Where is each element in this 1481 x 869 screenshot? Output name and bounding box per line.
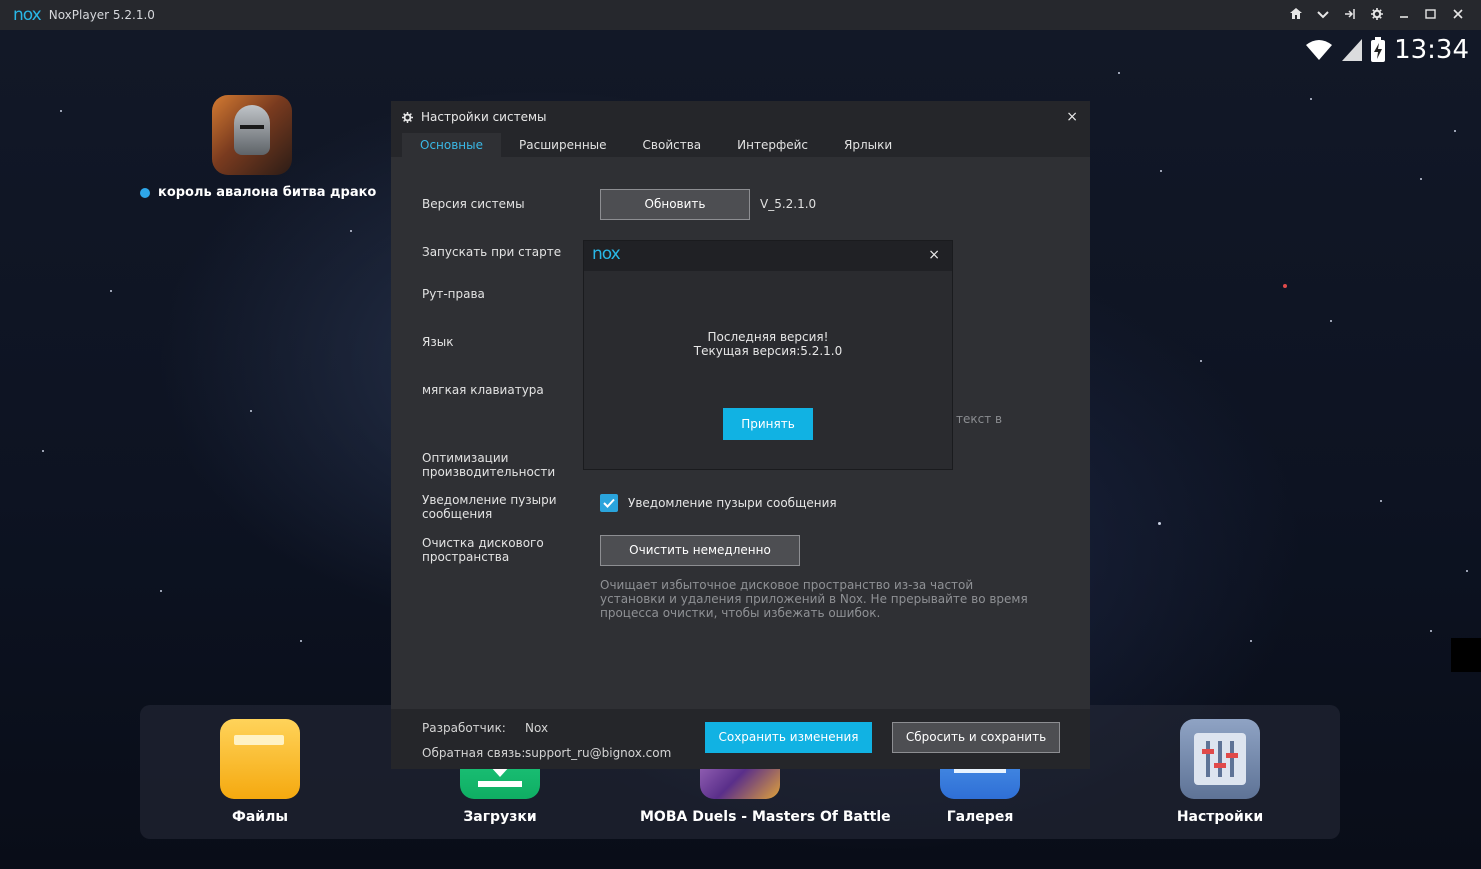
bubble-notify-option[interactable]: Уведомление пузыри сообщения <box>600 494 837 512</box>
star <box>1283 284 1287 288</box>
feedback-line: Обратная связь: support_ru@bignox.com <box>422 746 671 760</box>
label-root-rights: Рут-права <box>422 287 485 301</box>
tab-interface[interactable]: Интерфейс <box>719 133 826 157</box>
game-app-name: король авалона битва драконов <box>158 185 376 200</box>
nox-logo: nox <box>13 5 42 25</box>
popup-close-button[interactable]: × <box>928 247 940 263</box>
tab-shortcuts[interactable]: Ярлыки <box>826 133 910 157</box>
maximize-icon[interactable] <box>1417 8 1444 22</box>
nox-logo: nox <box>592 244 621 264</box>
version-value: V_5.2.1.0 <box>760 197 817 211</box>
bubble-notify-checkbox-label: Уведомление пузыри сообщения <box>628 496 837 510</box>
home-icon[interactable] <box>1282 8 1309 22</box>
wifi-icon <box>1306 40 1333 60</box>
star <box>1330 320 1332 322</box>
star <box>60 110 62 112</box>
settings-header: Настройки системы × Основные Расширенные… <box>391 101 1090 157</box>
clean-now-button[interactable]: Очистить немедленно <box>600 535 800 566</box>
signal-icon <box>1342 39 1363 61</box>
star <box>1380 500 1382 502</box>
folder-icon <box>220 719 300 799</box>
cleanup-hint: Очищает избыточное дисковое пространство… <box>600 578 1028 620</box>
accept-button[interactable]: Принять <box>723 408 813 440</box>
pin-icon[interactable] <box>1336 8 1363 23</box>
label-autostart: Запускать при старте <box>422 245 562 259</box>
settings-footer: Разработчик: Nox Обратная связь: support… <box>391 709 1090 769</box>
settings-title-bar: Настройки системы <box>402 110 546 124</box>
game-app-label[interactable]: король авалона битва драконов <box>140 185 376 200</box>
star <box>1200 360 1202 362</box>
label-system-version: Версия системы <box>422 197 525 211</box>
bubble-notify-checkbox[interactable] <box>600 494 618 512</box>
settings-title: Настройки системы <box>421 110 547 124</box>
label-bubble-notify: Уведомление пузыри сообщения <box>422 493 557 521</box>
star <box>1310 98 1312 100</box>
star <box>110 290 112 292</box>
label-optimization: Оптимизации производительности <box>422 451 556 479</box>
star <box>1454 130 1456 132</box>
checkmark-icon <box>603 498 615 508</box>
status-clock: 13:34 <box>1394 35 1469 65</box>
game-app-icon[interactable] <box>212 95 292 175</box>
developer-label: Разработчик: <box>422 721 506 735</box>
tab-general[interactable]: Основные <box>402 133 502 157</box>
popup-message-line2: Текущая версия:5.2.1.0 <box>693 344 843 358</box>
side-toolbar-handle[interactable] <box>1451 638 1481 672</box>
star <box>160 590 162 592</box>
dock-app-files[interactable]: Файлы <box>160 719 360 825</box>
save-changes-button[interactable]: Сохранить изменения <box>705 722 872 753</box>
knight-helmet-icon <box>234 105 270 155</box>
star <box>1420 178 1422 180</box>
feedback-email[interactable]: support_ru@bignox.com <box>525 746 671 760</box>
settings-close-button[interactable]: × <box>1066 109 1078 125</box>
dock-app-label: MOBA Duels - Masters Of Battle <box>640 809 891 825</box>
label-disk-cleanup: Очистка дискового пространства <box>422 536 544 564</box>
title-bar: nox NoxPlayer 5.2.1.0 <box>0 0 1481 30</box>
star <box>1118 72 1120 74</box>
settings-tabs: Основные Расширенные Свойства Интерфейс … <box>402 133 910 157</box>
star <box>1250 640 1252 642</box>
nox-window: nox NoxPlayer 5.2.1.0 13:34 король авало… <box>0 0 1481 869</box>
update-result-popup: nox × Последняя версия! Текущая версия:5… <box>583 240 953 470</box>
popup-header: nox × <box>584 241 952 271</box>
star <box>1158 522 1161 525</box>
star <box>1466 570 1468 572</box>
gear-icon[interactable] <box>1363 7 1390 23</box>
tab-advanced[interactable]: Расширенные <box>501 133 625 157</box>
star <box>300 640 302 642</box>
close-icon[interactable] <box>1444 8 1471 22</box>
window-controls <box>1282 0 1471 30</box>
app-title: NoxPlayer 5.2.1.0 <box>48 8 155 22</box>
reset-and-save-button[interactable]: Сбросить и сохранить <box>892 722 1060 753</box>
star <box>350 230 352 232</box>
update-button[interactable]: Обновить <box>600 189 750 220</box>
battery-icon <box>1371 37 1386 62</box>
new-app-dot <box>140 187 150 198</box>
star <box>1160 170 1162 172</box>
dock-app-settings[interactable]: Настройки <box>1120 719 1320 825</box>
star <box>250 410 252 412</box>
equalizer-settings-icon <box>1180 719 1260 799</box>
star <box>1430 630 1432 632</box>
dock-app-label: Файлы <box>231 809 289 825</box>
dock-app-label: Галерея <box>946 809 1014 825</box>
star <box>42 450 44 452</box>
gear-icon <box>402 111 413 123</box>
feedback-label: Обратная связь: <box>422 746 526 760</box>
developer-line: Разработчик: Nox <box>422 721 548 735</box>
developer-value: Nox <box>525 721 549 735</box>
label-language: Язык <box>422 335 454 349</box>
keyboard-option-text: текст в <box>956 412 1003 426</box>
chevron-down-icon[interactable] <box>1309 8 1336 22</box>
dock-app-label: Загрузки <box>463 809 537 825</box>
dock-app-label: Настройки <box>1176 809 1264 825</box>
popup-message-line1: Последняя версия! <box>707 330 829 344</box>
label-soft-keyboard: мягкая клавиатура <box>422 383 544 397</box>
minimize-icon[interactable] <box>1390 8 1417 22</box>
android-status-bar: 13:34 <box>1304 35 1469 65</box>
helmet-slit <box>240 125 264 129</box>
popup-message: Последняя версия! Текущая версия:5.2.1.0 <box>584 330 952 358</box>
tab-properties[interactable]: Свойства <box>625 133 720 157</box>
